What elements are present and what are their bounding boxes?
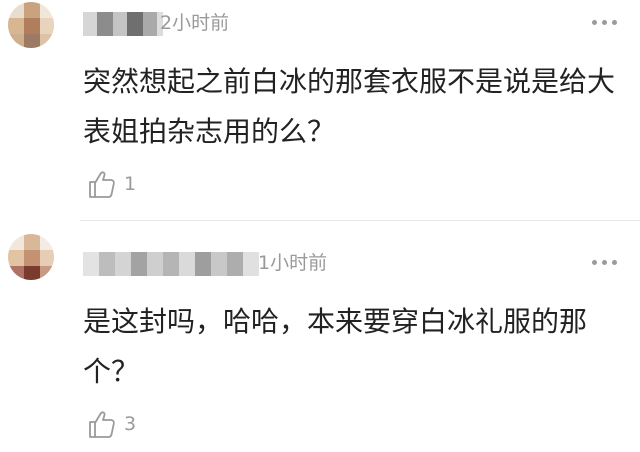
thumbs-up-icon: [89, 411, 115, 438]
comment-item: 2小时前 突然想起之前白冰的那套衣服不是说是给大表姐拍杂志用的么？ 1: [0, 0, 640, 220]
more-dots-icon[interactable]: [590, 17, 620, 27]
thumbs-up-icon: [89, 171, 115, 198]
like-count: 3: [124, 413, 137, 435]
username-blurred[interactable]: [83, 252, 259, 276]
timestamp: 2小时前: [160, 12, 230, 34]
username-blurred[interactable]: [83, 12, 163, 36]
like-count: 1: [124, 173, 137, 195]
timestamp: 1小时前: [258, 252, 328, 274]
comment-item: 1小时前 是这封吗，哈哈，本来要穿白冰礼服的那个？ 3: [0, 222, 640, 452]
comment-text: 是这封吗，哈哈，本来要穿白冰礼服的那个？: [83, 305, 588, 388]
avatar[interactable]: [8, 2, 54, 48]
comment-text: 突然想起之前白冰的那套衣服不是说是给大表姐拍杂志用的么？: [83, 65, 616, 148]
comment-divider: [80, 220, 640, 221]
avatar[interactable]: [8, 234, 54, 280]
more-dots-icon[interactable]: [590, 257, 620, 267]
